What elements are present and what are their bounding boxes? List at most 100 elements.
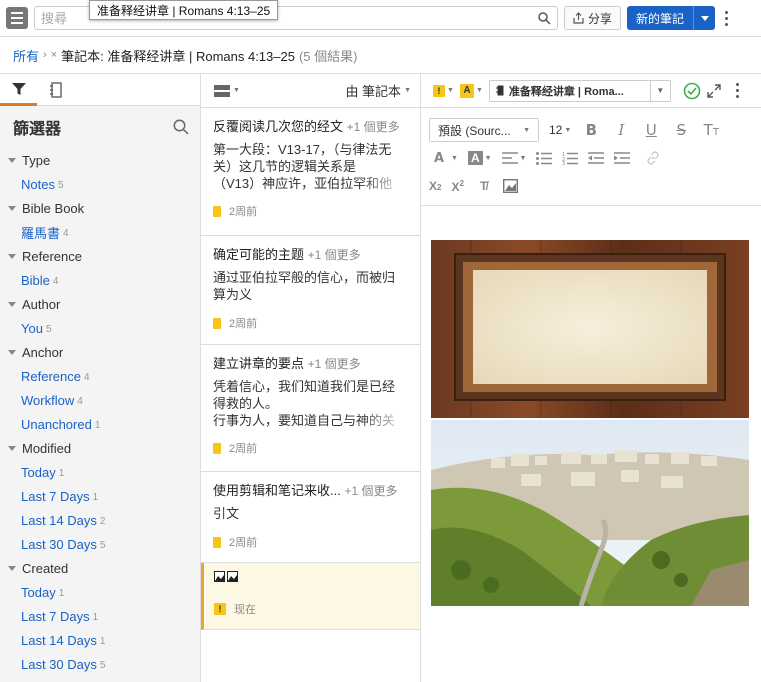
more-options-icon[interactable] [733, 83, 743, 98]
facet-item[interactable]: Bible 4 [0, 268, 201, 292]
facet-group-header[interactable]: Modified [0, 436, 201, 460]
editor-header: ! ▼ A ▼ 准备释经讲章 | Roma... ▼ [421, 74, 761, 108]
facet-item[interactable]: You 5 [0, 316, 201, 340]
breadcrumb-current: 筆記本: 准备释经讲章 | Romans 4:13–25 [61, 48, 295, 64]
facet-item[interactable]: Last 30 Days 5 [0, 532, 201, 556]
chevron-down-icon [8, 349, 16, 355]
chevron-down-icon [8, 205, 16, 211]
note-tag-icon [213, 317, 221, 329]
notes-list-header: ▼ 由 筆記本 ▼ [201, 74, 421, 108]
result-count: (5 個結果) [298, 48, 358, 64]
highlight-style-dropdown[interactable]: A ▼ [459, 83, 483, 98]
formatting-toolbar: 預設 (Sourc... ▼ 12 ▼ B I U S TT A ▼ A ▼ ▼ 1… [421, 108, 761, 206]
align-dropdown[interactable]: ▼ [501, 152, 526, 164]
check-circle-icon[interactable] [683, 82, 701, 100]
more-options-icon[interactable] [721, 10, 731, 26]
chevron-down-icon [8, 565, 16, 571]
chevron-down-icon [8, 445, 16, 451]
importance-dropdown[interactable]: ! ▼ [433, 84, 454, 97]
facet-group-header[interactable]: Reference [0, 244, 201, 268]
underline-icon[interactable]: U [641, 121, 661, 139]
facet-item[interactable]: 羅馬書 4 [0, 220, 201, 244]
breadcrumb-root[interactable]: 所有 [13, 46, 39, 65]
link-icon[interactable] [646, 151, 660, 165]
view-toggle[interactable]: ▼ [214, 84, 240, 97]
bold-icon[interactable]: B [581, 121, 601, 139]
chevron-down-icon: ▼ [484, 154, 492, 162]
new-note-button[interactable]: 新的筆記 [627, 6, 694, 30]
breadcrumb: 所有 › × 筆記本: 准备释经讲章 | Romans 4:13–25 (5 個… [0, 40, 761, 70]
facet-item[interactable]: Today 1 [0, 460, 201, 484]
text-color-dropdown[interactable]: A ▼ [429, 151, 458, 166]
expand-icon[interactable] [707, 83, 721, 98]
indent-icon[interactable] [614, 152, 631, 164]
facet-item[interactable]: Last 7 Days 1 [0, 484, 201, 508]
chevron-down-icon: ▼ [447, 87, 454, 94]
numbered-list-icon[interactable]: 123 [562, 152, 579, 165]
note-tag-icon [213, 205, 221, 217]
facet-item[interactable]: Unanchored 1 [0, 412, 201, 436]
chevron-down-icon [8, 253, 16, 259]
remove-filter-icon[interactable]: › [43, 49, 47, 61]
chevron-down-icon: ▼ [233, 87, 240, 94]
facet-item[interactable]: Workflow 4 [0, 388, 201, 412]
facet-item[interactable]: Last 14 Days 2 [0, 508, 201, 532]
share-icon [573, 12, 584, 24]
facet-item[interactable]: Today 1 [0, 580, 201, 604]
strikethrough-icon[interactable]: S [671, 121, 691, 139]
search-icon[interactable] [173, 119, 189, 135]
facet-item[interactable]: Last 7 Days 1 [0, 604, 201, 628]
clear-format-icon[interactable]: TT [701, 121, 721, 139]
facet-group-header[interactable]: Author [0, 292, 201, 316]
facet-item[interactable]: Reference 4 [0, 364, 201, 388]
bullet-list-icon[interactable] [536, 151, 553, 165]
tab-notebooks[interactable] [37, 74, 74, 106]
facet-group-header[interactable]: Created [0, 556, 201, 580]
font-family-select[interactable]: 預設 (Sourc... ▼ [429, 118, 539, 142]
close-icon[interactable]: × [51, 49, 57, 61]
facet-anchor: Anchor Reference 4 Workflow 4 Unanchored 1 [0, 340, 201, 436]
tab-filters[interactable] [0, 74, 37, 106]
subscript-icon[interactable]: X2 [429, 179, 441, 193]
chevron-down-icon: ▼ [649, 80, 670, 101]
chevron-down-icon [8, 157, 16, 163]
facet-item[interactable]: Last 14 Days 1 [0, 628, 201, 652]
notebook-name: 准备释经讲章 | Roma... [508, 85, 624, 98]
new-note-dropdown[interactable] [693, 6, 716, 30]
facet-item[interactable]: Notes 5 [0, 172, 201, 196]
insert-image-icon[interactable] [503, 179, 519, 193]
facet-bible-book: Bible Book 羅馬書 4 [0, 196, 201, 244]
chevron-down-icon: ▼ [523, 126, 530, 134]
facet-item[interactable]: Last 30 Days 5 [0, 652, 201, 676]
search-icon[interactable] [538, 12, 551, 25]
italic-icon[interactable]: I [611, 121, 631, 139]
menu-icon[interactable] [6, 7, 28, 29]
superscript-icon[interactable]: X2 [451, 179, 463, 194]
filter-title: 篩選器 [13, 121, 62, 138]
note-item-selected[interactable]: ! 现在 [201, 563, 421, 630]
clear-formatting-icon[interactable]: T̸ [480, 179, 487, 193]
outdent-icon[interactable] [588, 152, 605, 164]
text-color-icon: A [433, 150, 445, 166]
wood-frame-image[interactable] [431, 240, 749, 418]
font-size-select[interactable]: 12 ▼ [549, 123, 571, 137]
landscape-image[interactable] [431, 420, 749, 606]
sort-dropdown[interactable]: 由 筆記本 ▼ [345, 81, 411, 100]
notebook-select[interactable]: 准备释经讲章 | Roma... ▼ [488, 79, 671, 102]
panel-tabs [0, 74, 201, 106]
notes-list-panel: ▼ 由 筆記本 ▼ 反覆阅读几次您的经文 +1 個更多 第一大段：V13-17，… [201, 74, 421, 682]
facet-author: Author You 5 [0, 292, 201, 340]
note-item[interactable]: 反覆阅读几次您的经文 +1 個更多 第一大段：V13-17，（与律法无 关）这几… [201, 108, 421, 236]
note-item[interactable]: 建立讲章的要点 +1 個更多 凭着信心，我们知道我们是已经 得救的人。 行事为人… [201, 345, 421, 472]
facet-group-header[interactable]: Anchor [0, 340, 201, 364]
note-editor: ! ▼ A ▼ 准备释经讲章 | Roma... ▼ 預設 (Sourc... ▼ … [421, 74, 761, 682]
highlight-color-dropdown[interactable]: A ▼ [467, 151, 492, 165]
note-item[interactable]: 确定可能的主题 +1 個更多 通过亚伯拉罕般的信心，而被归 算为义 2周前 [201, 236, 421, 345]
share-button[interactable]: 分享 [564, 6, 622, 30]
filter-panel: 篩選器 Type Notes 5 Bible Book 羅馬書 4 Referenc… [0, 74, 201, 682]
note-item[interactable]: 使用剪辑和笔记来收... +1 個更多 引文 2周前 [201, 472, 421, 563]
facet-group-header[interactable]: Type [0, 148, 201, 172]
facet-group-header[interactable]: Bible Book [0, 196, 201, 220]
highlight-color-icon: A [467, 151, 483, 165]
chevron-down-icon: ▼ [404, 87, 411, 94]
